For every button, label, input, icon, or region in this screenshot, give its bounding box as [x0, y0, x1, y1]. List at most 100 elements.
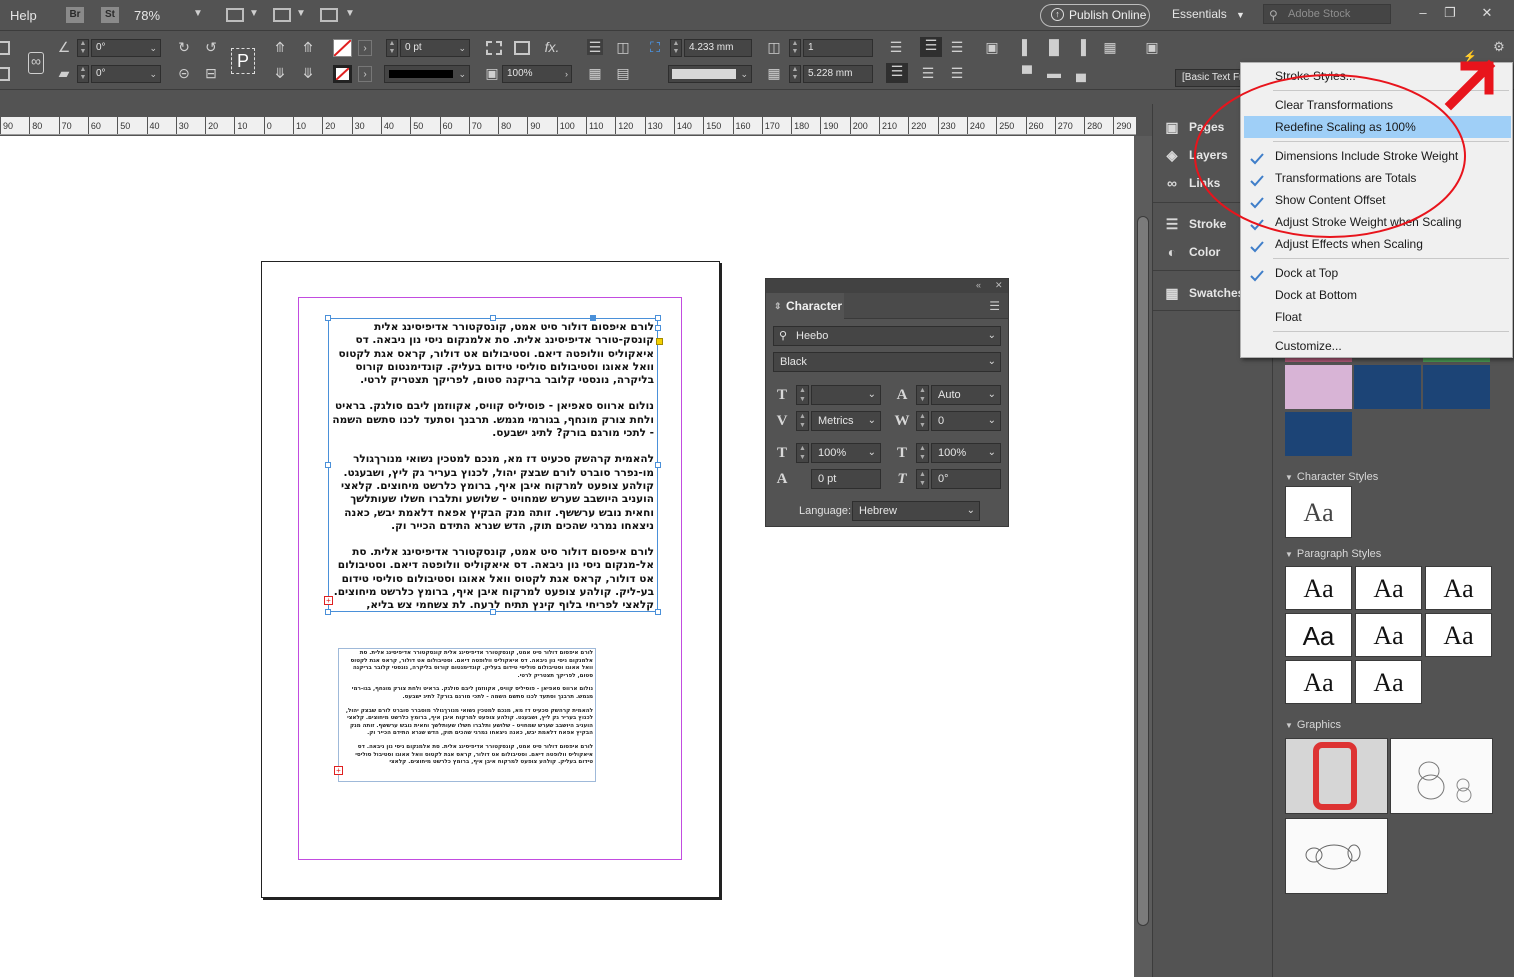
frame-handle[interactable]	[655, 462, 661, 468]
story-text[interactable]: לורם איפסום דולור סיט אמט, קונסקטורר אדי…	[329, 319, 657, 611]
columns-layout-icon[interactable]: ◫	[615, 39, 631, 55]
stroke-type-field[interactable]: ⌄	[384, 65, 470, 83]
close-icon[interactable]: ✕	[1474, 3, 1500, 23]
flip-vertical-icon[interactable]: ⊟	[203, 65, 219, 81]
dock-pages[interactable]: ▣ Pages	[1163, 116, 1224, 138]
overset-text-icon[interactable]: +	[324, 596, 333, 605]
frame-handle[interactable]	[490, 609, 496, 615]
menu-item[interactable]: Clear Transformations	[1244, 94, 1511, 116]
graphic-frame-thumb[interactable]	[1285, 738, 1388, 814]
shear-spinner[interactable]: ▲ ▼	[77, 65, 89, 83]
vertical-scale-field[interactable]: 100% ⌄	[811, 443, 881, 463]
align-right-edges-icon[interactable]: ▐	[1073, 39, 1089, 55]
vertical-scrollbar[interactable]	[1134, 136, 1152, 977]
distribute-icon[interactable]: ▦	[1102, 39, 1118, 55]
arrange-documents-icon[interactable]	[320, 8, 338, 22]
menu-item[interactable]: Customize...	[1244, 335, 1511, 357]
reference-point-icon[interactable]	[0, 67, 10, 81]
panel-menu-icon[interactable]: ☰	[989, 299, 1000, 313]
font-style-field[interactable]: Black ⌄	[773, 352, 1001, 372]
restore-icon[interactable]: ❐	[1437, 3, 1463, 23]
select-content-icon[interactable]: ⤋	[272, 65, 288, 81]
menu-help[interactable]: Help	[10, 8, 37, 23]
character-panel[interactable]: « ✕ ⇕ Character ☰ ⚲ Heebo ⌄ Black ⌄ T ▲ ▼ ⌄ A…	[765, 278, 1009, 527]
color-swatch[interactable]	[1285, 365, 1352, 409]
dock-links[interactable]: ∞ Links	[1163, 172, 1220, 194]
frame-handle[interactable]	[655, 315, 661, 321]
text-frame[interactable]: לורם איפסום דולור סיט אמט, קונסקטורר אדי…	[338, 648, 596, 782]
zoom-level[interactable]: 78%	[134, 8, 160, 23]
flip-horizontal-icon[interactable]: ⊝	[176, 65, 192, 81]
color-swatch[interactable]	[1354, 365, 1421, 409]
panel-title-bar[interactable]: « ✕	[766, 279, 1008, 293]
auto-fit-icon[interactable]: ▣	[984, 39, 1000, 55]
paragraph-style-thumb[interactable]: Aa	[1285, 566, 1352, 610]
horizontal-scale-field[interactable]: 100% ⌄	[931, 443, 1001, 463]
overset-text-icon[interactable]: +	[334, 766, 343, 775]
constrain-proportions-icon[interactable]: ∞	[28, 52, 44, 74]
leading-field[interactable]: Auto ⌄	[931, 385, 1001, 405]
align-top-edges-icon[interactable]: ▀	[1019, 65, 1035, 81]
collapse-icon[interactable]: «	[976, 280, 981, 290]
select-container-icon[interactable]: ⤊	[272, 39, 288, 55]
language-select[interactable]: Hebrew ⌄	[852, 501, 980, 521]
width-field[interactable]: 4.233 mm	[684, 39, 752, 57]
character-styles-header[interactable]: ▼ Character Styles	[1285, 471, 1378, 483]
frame-handle[interactable]	[325, 315, 331, 321]
control-panel-flyout-menu[interactable]: Stroke Styles... Clear Transformations Red…	[1240, 62, 1513, 358]
vertical-align-top-icon[interactable]: ☰	[920, 37, 942, 57]
rotate-angle-field[interactable]: 0° ⌄	[91, 39, 161, 57]
height-spinner[interactable]: ▲ ▼	[789, 65, 801, 83]
paragraph-style-thumb[interactable]: Aa	[1285, 613, 1352, 657]
menu-item[interactable]: Transformations are Totals	[1244, 167, 1511, 189]
tracking-field[interactable]: 0 ⌄	[931, 411, 1001, 431]
reference-point-icon[interactable]	[0, 41, 10, 55]
dock-swatches[interactable]: ▦ Swatches	[1163, 282, 1244, 304]
tab-character[interactable]: ⇕ Character	[766, 293, 844, 319]
zoom-chevron-icon[interactable]: ▼	[193, 8, 203, 19]
baseline-shift-field[interactable]: 0 pt	[811, 469, 881, 489]
graphic-bear-thumb[interactable]	[1285, 818, 1388, 894]
auto-fit-frame-icon[interactable]: ⛶	[647, 39, 663, 55]
dock-color[interactable]: ◐ Color	[1163, 241, 1221, 263]
stroke-none-swatch[interactable]	[333, 65, 352, 83]
paragraph-style-thumb[interactable]: Aa	[1355, 660, 1422, 704]
menu-item[interactable]: Float	[1244, 306, 1511, 328]
skew-field[interactable]: 0°	[931, 469, 1001, 489]
graphic-bears-thumb[interactable]	[1390, 738, 1493, 814]
story-text[interactable]: לורם איפסום דולור סיט אמט, קונסקטורר אדי…	[339, 649, 595, 774]
panel-options-gear-icon[interactable]: ⚙	[1491, 39, 1507, 55]
dock-layers[interactable]: ◈ Layers	[1163, 144, 1228, 166]
horizontal-scale-spinner[interactable]: ▲ ▼	[916, 443, 929, 463]
rotate-spinner[interactable]: ▲ ▼	[77, 39, 89, 57]
opacity-field[interactable]: 100% ›	[502, 65, 572, 83]
menu-item[interactable]: Dock at Bottom	[1244, 284, 1511, 306]
graphics-header[interactable]: ▼ Graphics	[1285, 719, 1341, 731]
select-previous-icon[interactable]: ⤊	[300, 39, 316, 55]
horizontal-ruler[interactable]: 90 80 70 60 50 40 30 20 10 0 10 20 30 40 50 60 70 80 90 100…	[0, 117, 1136, 135]
paragraph-style-thumb[interactable]: Aa	[1425, 566, 1492, 610]
text-frame-p-icon[interactable]: P	[231, 48, 255, 74]
paragraph-style-thumb[interactable]: Aa	[1355, 566, 1422, 610]
live-corner-handle[interactable]	[656, 338, 663, 345]
vertical-scale-spinner[interactable]: ▲ ▼	[796, 443, 809, 463]
paragraph-style-thumb[interactable]: Aa	[1355, 613, 1422, 657]
fill-none-swatch[interactable]	[333, 39, 352, 57]
align-bottom-edges-icon[interactable]: ▄	[1073, 65, 1089, 81]
kerning-spinner[interactable]: ▲ ▼	[796, 411, 809, 431]
leading-spinner[interactable]: ▲ ▼	[916, 385, 929, 405]
character-style-thumb[interactable]: Aa	[1285, 486, 1352, 538]
menu-item[interactable]: Adjust Stroke Weight when Scaling	[1244, 211, 1511, 233]
frame-handle[interactable]	[325, 462, 331, 468]
chevron-down-icon[interactable]: ▼	[249, 8, 259, 19]
vertical-align-center-icon[interactable]: ☰	[949, 39, 965, 55]
frame-handle[interactable]	[325, 609, 331, 615]
align-vertical-centers-icon[interactable]: ▬	[1046, 65, 1062, 81]
shear-angle-field[interactable]: 0° ⌄	[91, 65, 161, 83]
font-family-field[interactable]: ⚲ Heebo ⌄	[773, 326, 1001, 346]
fill-chevron-icon[interactable]: ›	[358, 40, 372, 56]
view-options-icon[interactable]	[226, 8, 244, 22]
select-next-icon[interactable]: ⤋	[300, 65, 316, 81]
minimize-icon[interactable]: –	[1410, 3, 1436, 23]
bridge-button[interactable]: Br	[66, 7, 84, 23]
